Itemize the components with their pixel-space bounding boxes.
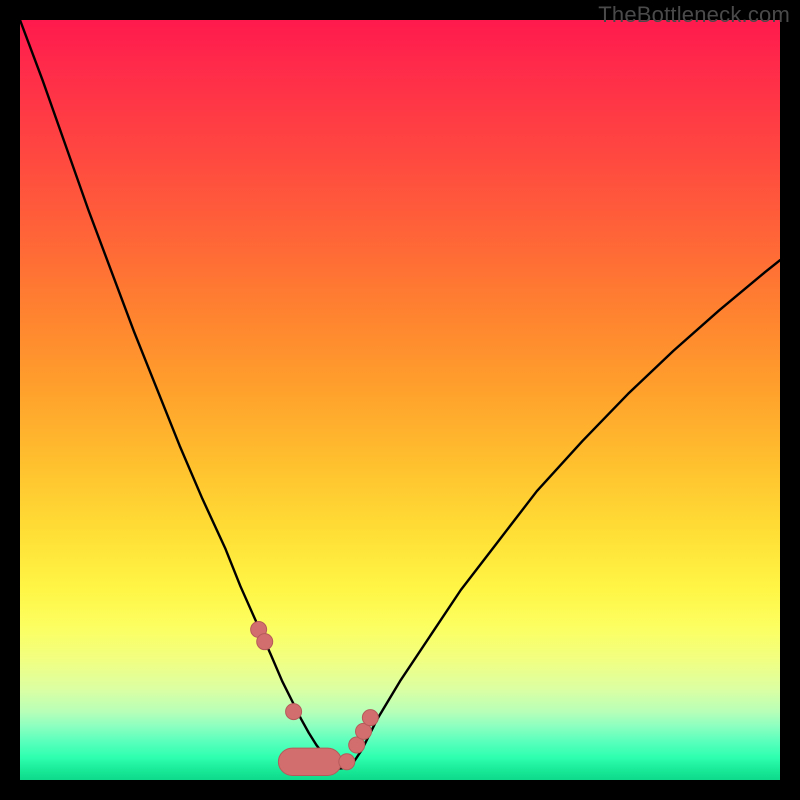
marker-dot	[286, 704, 302, 720]
marker-dot	[362, 710, 378, 726]
marker-dot	[339, 754, 355, 770]
plot-svg	[20, 20, 780, 780]
highlight-points	[251, 622, 379, 770]
bottom-band	[278, 748, 341, 775]
bottleneck-curve	[20, 20, 780, 769]
marker-dot	[257, 634, 273, 650]
watermark-text: TheBottleneck.com	[598, 2, 790, 28]
plot-frame	[20, 20, 780, 780]
